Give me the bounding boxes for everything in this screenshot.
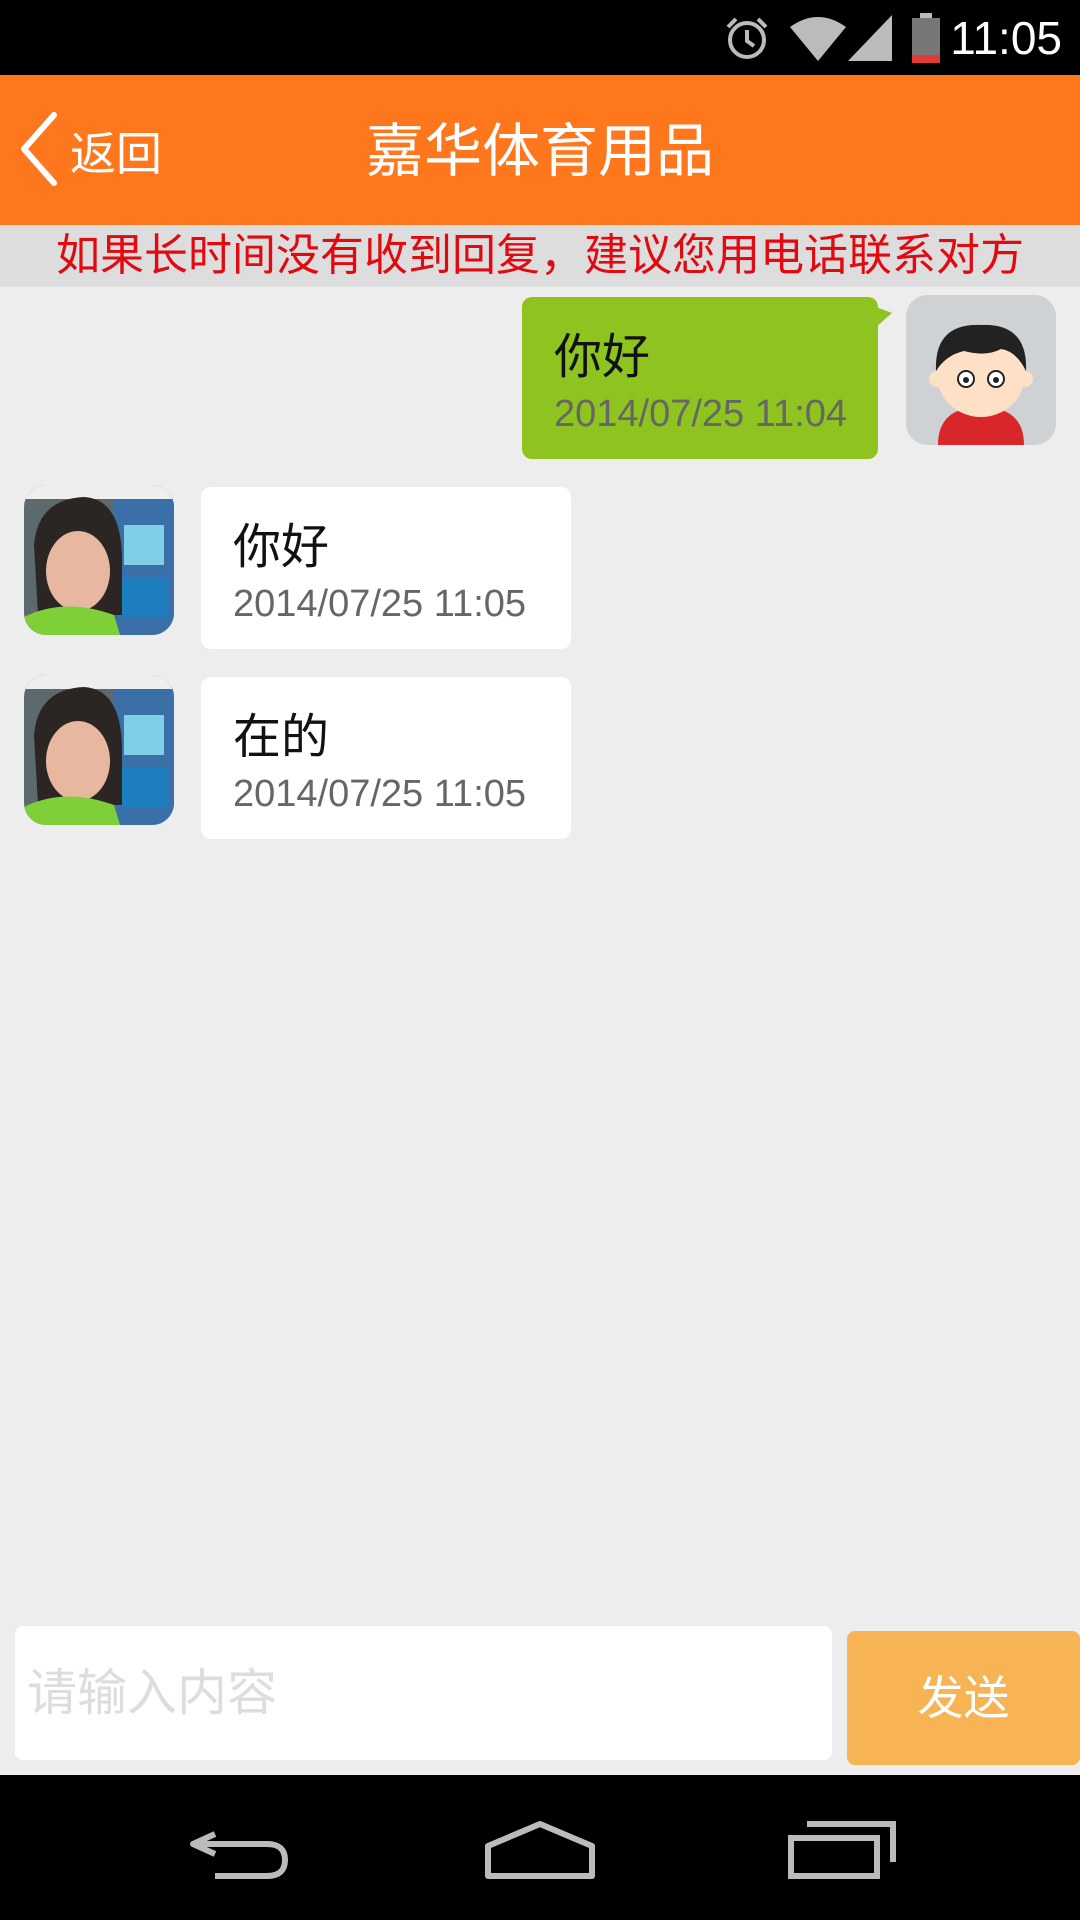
nav-home-icon[interactable] [480, 1810, 600, 1890]
my-avatar[interactable] [906, 295, 1056, 445]
message-input[interactable] [15, 1626, 832, 1760]
battery-icon [912, 12, 941, 63]
nav-back-icon[interactable] [180, 1810, 300, 1890]
nav-recents-icon[interactable] [782, 1810, 902, 1890]
message-time: 2014/07/25 11:04 [554, 393, 848, 435]
message-bubble-received[interactable]: 你好 2014/07/25 11:05 [201, 487, 571, 649]
chat-list[interactable]: 你好 2014/07/25 11:04 你好 2014/07/25 11:05 … [0, 287, 1080, 1610]
status-bar: 11:05 [0, 0, 1080, 75]
cell-signal-icon [848, 13, 893, 63]
system-nav-bar [0, 1775, 1080, 1920]
status-time: 11:05 [950, 11, 1062, 64]
message-time: 2014/07/25 11:05 [233, 773, 527, 815]
contact-avatar[interactable] [24, 485, 174, 635]
notice-banner: 如果长时间没有收到回复，建议您用电话联系对方 [0, 225, 1080, 287]
app-header: 返回 嘉华体育用品 [0, 75, 1080, 225]
message-text: 你好 [233, 519, 330, 575]
alarm-icon [722, 13, 772, 63]
send-button[interactable]: 发送 [847, 1631, 1080, 1765]
message-text: 你好 [554, 329, 651, 385]
message-bubble-received[interactable]: 在的 2014/07/25 11:05 [201, 677, 571, 839]
message-text: 在的 [233, 709, 330, 765]
contact-avatar[interactable] [24, 675, 174, 825]
message-bubble-sent[interactable]: 你好 2014/07/25 11:04 [522, 297, 892, 459]
input-bar: 发送 [0, 1610, 1080, 1775]
wifi-icon [790, 13, 847, 63]
bubble-tail-icon [876, 307, 892, 327]
page-title: 嘉华体育用品 [365, 117, 714, 185]
message-time: 2014/07/25 11:05 [233, 583, 527, 625]
